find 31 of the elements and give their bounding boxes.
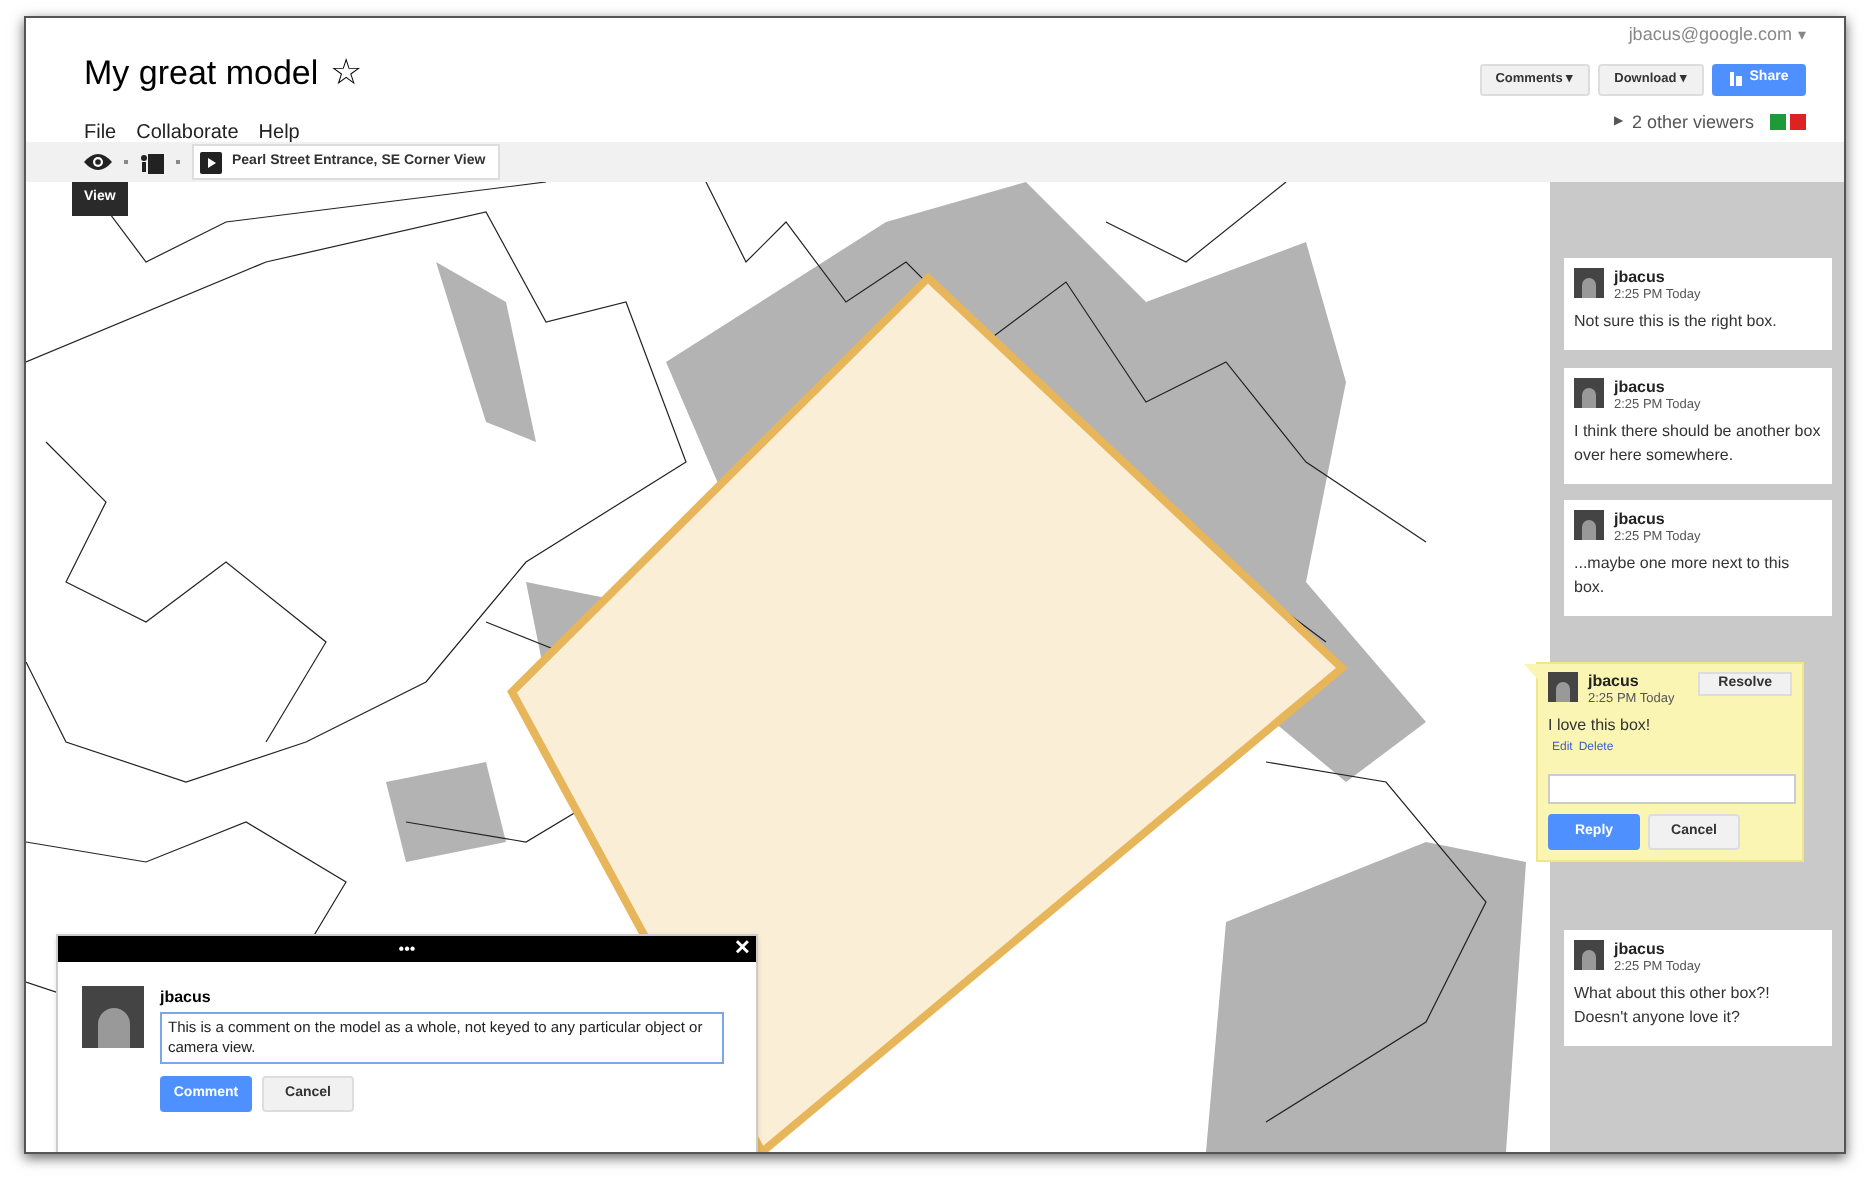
author-name: jbacus [1614,510,1666,528]
caret-icon[interactable]: ▾ [1798,23,1806,48]
menu-item[interactable]: Collaborate [136,118,239,148]
author-name: jbacus [1614,268,1666,286]
avatar-silhouette [82,986,144,1048]
account-email[interactable]: jbacus@google.com [1628,22,1792,49]
comment-text: Not sure this is the right box. [1574,310,1779,334]
menu-item[interactable]: Help [258,118,300,148]
comment-text: I think there should be another box over here somewhere. [1574,420,1822,468]
avatar-silhouette [1574,378,1604,408]
avatar-silhouette [1574,268,1604,298]
eye-icon[interactable] [84,152,112,172]
comment-text: ...maybe one more next to this box. [1574,552,1792,600]
viewers-label[interactable]: 2 other viewers [1631,109,1754,136]
reply-input[interactable] [1548,774,1796,804]
star-icon[interactable]: ☆ [330,46,363,100]
avatar-silhouette [1548,672,1578,702]
author-name: jbacus [160,986,213,1010]
drag-handle[interactable]: ••• [398,941,416,957]
avatar-silhouette [1574,510,1604,540]
author-name: jbacus [1614,378,1666,396]
author-name: jbacus [1614,940,1666,958]
comment-text: What about this other box?! Doesn't anyone love it? [1574,982,1772,1030]
avatar-silhouette [1574,940,1604,970]
author-name: jbacus [1588,672,1640,690]
share-icon [1729,72,1742,86]
document-title: My great model [84,51,319,96]
menu-item[interactable]: File [84,118,117,148]
play-icon [200,151,222,173]
close-icon[interactable]: ✕ [734,936,750,962]
comment-text: I love this box! [1548,714,1653,738]
